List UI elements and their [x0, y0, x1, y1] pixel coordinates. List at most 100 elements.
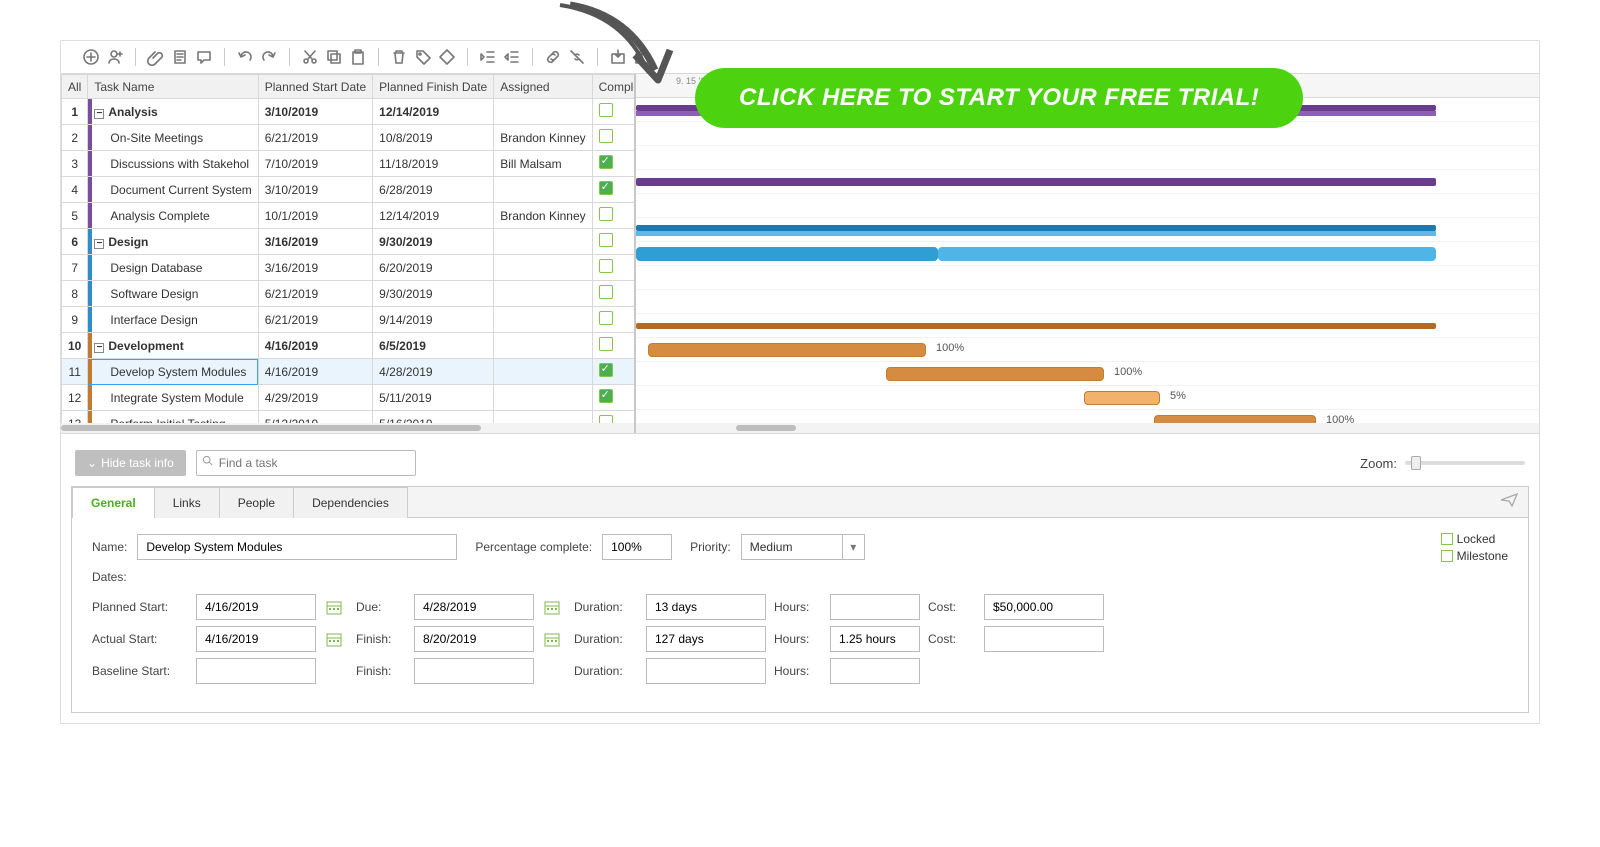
planned-start-cell[interactable]: 6/21/2019: [258, 125, 372, 151]
gantt-scrollbar[interactable]: [636, 423, 1539, 433]
cta-button[interactable]: CLICK HERE TO START YOUR FREE TRIAL!: [695, 68, 1303, 128]
complete-cell[interactable]: [592, 125, 636, 151]
task-name-cell[interactable]: −Design: [88, 229, 258, 255]
assigned-cell[interactable]: [494, 359, 592, 385]
col-pfinish[interactable]: Planned Finish Date: [373, 75, 494, 99]
col-task[interactable]: Task Name: [88, 75, 258, 99]
planned-start-cell[interactable]: 6/21/2019: [258, 281, 372, 307]
zoom-slider[interactable]: [1405, 461, 1525, 465]
planned-finish-cell[interactable]: 9/30/2019: [373, 229, 494, 255]
gantt-bar-develop-modules[interactable]: [648, 343, 926, 357]
assigned-cell[interactable]: [494, 281, 592, 307]
milestone-checkbox[interactable]: [1441, 550, 1453, 562]
complete-checkbox[interactable]: [599, 155, 613, 169]
planned-finish-cell[interactable]: 12/14/2019: [373, 203, 494, 229]
planned-start-cell[interactable]: 3/16/2019: [258, 229, 372, 255]
cut-icon[interactable]: [300, 47, 320, 67]
complete-checkbox[interactable]: [599, 259, 613, 273]
baseline-duration-input[interactable]: [646, 658, 766, 684]
collapse-icon[interactable]: −: [94, 239, 104, 249]
table-row[interactable]: 4Document Current System3/10/20196/28/20…: [62, 177, 637, 203]
hours1-input[interactable]: [830, 594, 920, 620]
planned-finish-cell[interactable]: 5/11/2019: [373, 385, 494, 411]
gantt-bar-doc-system[interactable]: [636, 178, 1436, 186]
gantt-bar-integrate[interactable]: [886, 367, 1104, 381]
complete-cell[interactable]: [592, 333, 636, 359]
complete-checkbox[interactable]: [599, 233, 613, 247]
complete-checkbox[interactable]: [599, 363, 613, 377]
complete-cell[interactable]: [592, 307, 636, 333]
table-row[interactable]: 8Software Design6/21/20199/30/2019: [62, 281, 637, 307]
planned-start-cell[interactable]: 3/16/2019: [258, 255, 372, 281]
planned-start-cell[interactable]: 3/10/2019: [258, 99, 372, 125]
complete-checkbox[interactable]: [599, 337, 613, 351]
baseline-hours-input[interactable]: [830, 658, 920, 684]
assigned-cell[interactable]: [494, 229, 592, 255]
assigned-cell[interactable]: [494, 177, 592, 203]
note-icon[interactable]: [170, 47, 190, 67]
find-task-input[interactable]: [196, 450, 416, 476]
complete-cell[interactable]: [592, 255, 636, 281]
table-row[interactable]: 9Interface Design6/21/20199/14/2019: [62, 307, 637, 333]
table-row[interactable]: 11Develop System Modules4/16/20194/28/20…: [62, 359, 637, 385]
task-name-cell[interactable]: Discussions with Stakehol: [88, 151, 258, 177]
assigned-cell[interactable]: [494, 307, 592, 333]
complete-checkbox[interactable]: [599, 181, 613, 195]
complete-cell[interactable]: [592, 177, 636, 203]
planned-start-cell[interactable]: 3/10/2019: [258, 177, 372, 203]
planned-finish-cell[interactable]: 6/28/2019: [373, 177, 494, 203]
tab-general[interactable]: General: [72, 487, 155, 518]
planned-start-input[interactable]: [196, 594, 316, 620]
complete-checkbox[interactable]: [599, 311, 613, 325]
planned-finish-cell[interactable]: 4/28/2019: [373, 359, 494, 385]
complete-cell[interactable]: [592, 385, 636, 411]
complete-checkbox[interactable]: [599, 207, 613, 221]
table-row[interactable]: 2On-Site Meetings6/21/201910/8/2019Brand…: [62, 125, 637, 151]
comment-icon[interactable]: [194, 47, 214, 67]
planned-finish-cell[interactable]: 9/14/2019: [373, 307, 494, 333]
task-name-cell[interactable]: −Development: [88, 333, 258, 359]
attach-icon[interactable]: [146, 47, 166, 67]
priority-select[interactable]: Medium ▾: [741, 534, 865, 560]
tab-people[interactable]: People: [219, 487, 294, 518]
col-all[interactable]: All: [62, 75, 88, 99]
planned-start-cell[interactable]: 4/16/2019: [258, 333, 372, 359]
hours2-input[interactable]: [830, 626, 920, 652]
task-grid[interactable]: All Task Name Planned Start Date Planned…: [61, 74, 636, 433]
name-input[interactable]: [137, 534, 457, 560]
tab-dependencies[interactable]: Dependencies: [293, 487, 408, 518]
table-row[interactable]: 6−Design3/16/20199/30/2019: [62, 229, 637, 255]
task-name-cell[interactable]: Develop System Modules: [88, 359, 258, 385]
planned-finish-cell[interactable]: 10/8/2019: [373, 125, 494, 151]
cost-input[interactable]: [984, 594, 1104, 620]
pct-complete-input[interactable]: [602, 534, 672, 560]
task-name-cell[interactable]: −Analysis: [88, 99, 258, 125]
complete-cell[interactable]: [592, 281, 636, 307]
planned-start-cell[interactable]: 4/29/2019: [258, 385, 372, 411]
duration2-input[interactable]: [646, 626, 766, 652]
planned-start-cell[interactable]: 10/1/2019: [258, 203, 372, 229]
assigned-cell[interactable]: Bill Malsam: [494, 151, 592, 177]
assigned-cell[interactable]: Brandon Kinney: [494, 203, 592, 229]
planned-finish-cell[interactable]: 9/30/2019: [373, 281, 494, 307]
task-name-cell[interactable]: Software Design: [88, 281, 258, 307]
table-row[interactable]: 7Design Database3/16/20196/20/2019: [62, 255, 637, 281]
diamond-icon[interactable]: [437, 47, 457, 67]
calendar-icon[interactable]: [542, 597, 562, 617]
due-input[interactable]: [414, 594, 534, 620]
outdent-icon[interactable]: [478, 47, 498, 67]
send-icon[interactable]: [1490, 487, 1528, 518]
complete-checkbox[interactable]: [599, 129, 613, 143]
task-name-cell[interactable]: Document Current System: [88, 177, 258, 203]
task-name-cell[interactable]: Design Database: [88, 255, 258, 281]
locked-checkbox[interactable]: [1441, 533, 1453, 545]
task-name-cell[interactable]: On-Site Meetings: [88, 125, 258, 151]
task-name-cell[interactable]: Interface Design: [88, 307, 258, 333]
calendar-icon[interactable]: [324, 629, 344, 649]
gantt-bar-development[interactable]: [636, 323, 1436, 329]
baseline-start-input[interactable]: [196, 658, 316, 684]
collapse-icon[interactable]: −: [94, 109, 104, 119]
complete-cell[interactable]: [592, 203, 636, 229]
assigned-cell[interactable]: [494, 255, 592, 281]
planned-start-cell[interactable]: 7/10/2019: [258, 151, 372, 177]
